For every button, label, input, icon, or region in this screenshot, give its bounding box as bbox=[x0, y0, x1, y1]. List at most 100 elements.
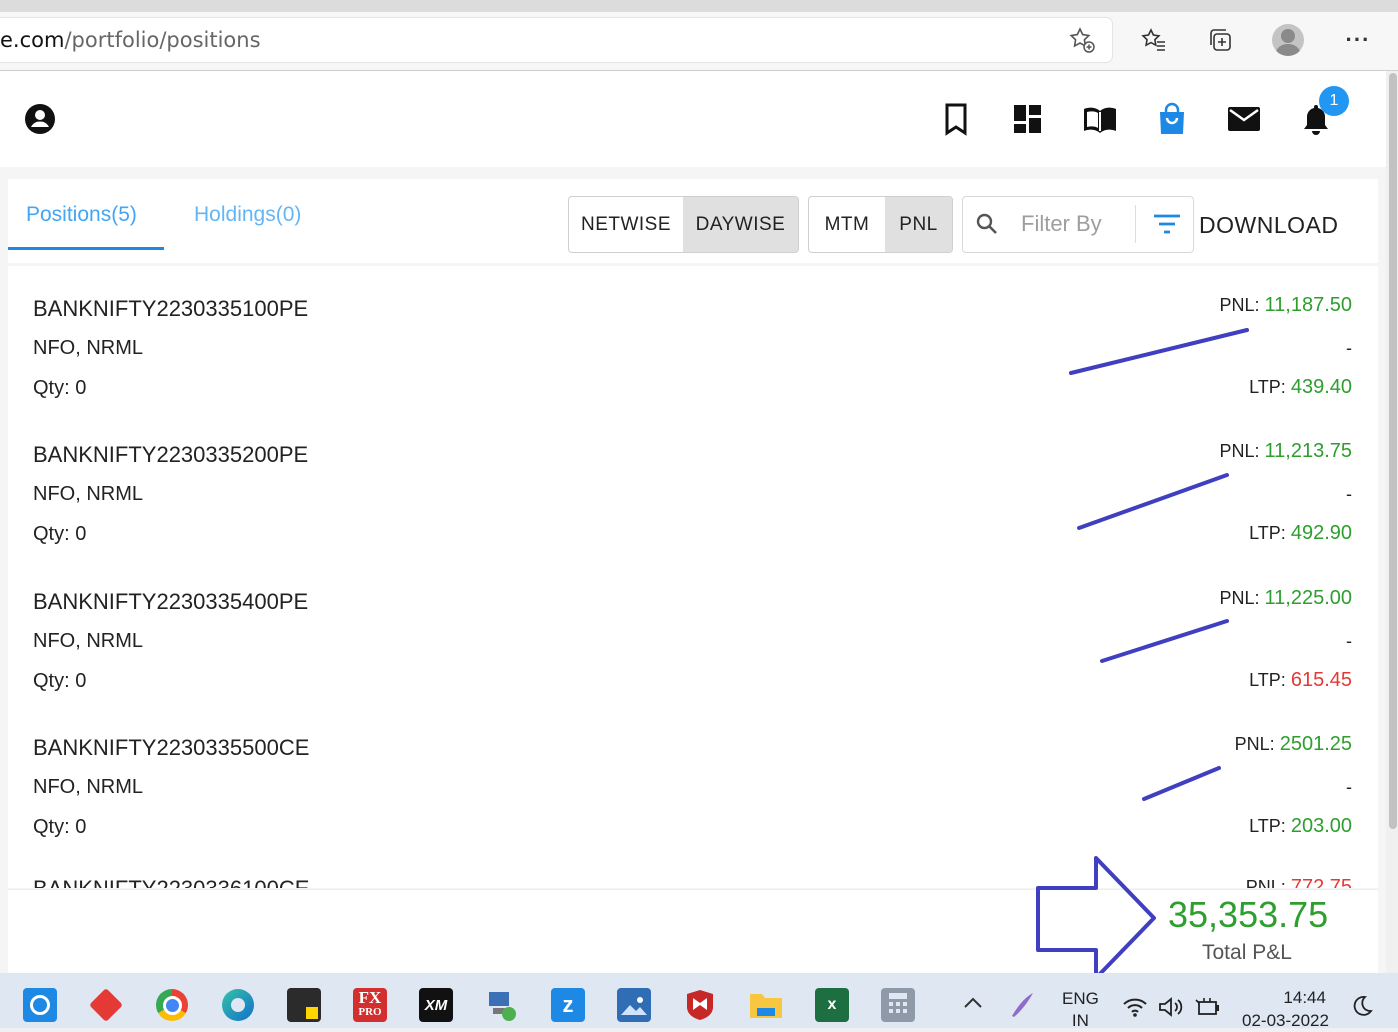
address-url[interactable]: e.com/portfolio/positions bbox=[0, 28, 261, 52]
filter-input[interactable]: Filter By bbox=[962, 196, 1194, 253]
position-dash: - bbox=[1346, 777, 1352, 797]
pnl-value: 11,187.50 bbox=[1264, 294, 1353, 316]
clock-date: 02-03-2022 bbox=[1242, 1011, 1329, 1030]
language-region: IN bbox=[1071, 1011, 1089, 1030]
position-qty: Qty: 0 bbox=[33, 377, 87, 399]
scrollbar-thumb[interactable] bbox=[1389, 73, 1397, 829]
favorites-icon[interactable] bbox=[1138, 24, 1170, 56]
pen-icon[interactable] bbox=[1008, 990, 1036, 1025]
position-row-partial[interactable]: BANKNIFTY2230336100CE PNL: 772.75 bbox=[8, 852, 1378, 888]
volume-icon[interactable] bbox=[1158, 996, 1186, 1023]
search-icon bbox=[976, 213, 997, 234]
position-row[interactable]: BANKNIFTY2230335400PE NFO, NRML Qty: 0 P… bbox=[8, 559, 1378, 705]
position-exchange: NFO, NRML bbox=[33, 630, 143, 652]
ltp-label: LTP: bbox=[1249, 377, 1286, 397]
position-ltp: LTP: 439.40 bbox=[1249, 376, 1352, 399]
fxpro-label: FX bbox=[358, 988, 382, 1007]
pnl-label: PNL: bbox=[1219, 441, 1260, 461]
xm-icon[interactable]: XM bbox=[419, 988, 453, 1022]
mtm-button[interactable]: MTM bbox=[809, 197, 885, 252]
ltp-value: 439.40 bbox=[1290, 376, 1352, 398]
filter-icon[interactable] bbox=[1153, 213, 1181, 235]
tab-holdings[interactable]: Holdings(0) bbox=[194, 203, 301, 227]
position-row[interactable]: BANKNIFTY2230335100PE NFO, NRML Qty: 0 P… bbox=[8, 266, 1378, 412]
notification-center-icon[interactable] bbox=[1350, 994, 1374, 1023]
position-row[interactable]: BANKNIFTY2230335500CE NFO, NRML Qty: 0 P… bbox=[8, 705, 1378, 851]
url-path: /portfolio/positions bbox=[64, 28, 261, 52]
ltp-value: 203.00 bbox=[1290, 815, 1352, 837]
pnl-label: PNL: bbox=[1245, 877, 1286, 888]
sticky-notes-icon[interactable] bbox=[287, 988, 321, 1022]
pnl-button[interactable]: PNL bbox=[885, 197, 952, 252]
daywise-button[interactable]: DAYWISE bbox=[683, 197, 798, 252]
position-ltp: LTP: 203.00 bbox=[1249, 815, 1352, 838]
cortana-icon[interactable] bbox=[23, 988, 57, 1022]
position-pnl: PNL: 2501.25 bbox=[1235, 733, 1352, 756]
zoho-icon[interactable]: z bbox=[551, 988, 585, 1022]
position-dash: - bbox=[1346, 338, 1352, 358]
url-host: e.com bbox=[0, 28, 65, 52]
pnl-label: PNL: bbox=[1234, 734, 1275, 754]
position-row[interactable]: BANKNIFTY2230335200PE NFO, NRML Qty: 0 P… bbox=[8, 412, 1378, 558]
position-pnl-partial: PNL: 772.75 bbox=[1246, 876, 1352, 888]
mcafee-icon[interactable] bbox=[683, 988, 717, 1022]
chrome-icon[interactable] bbox=[155, 988, 189, 1022]
wifi-icon[interactable] bbox=[1122, 996, 1148, 1023]
bookmark-icon[interactable] bbox=[938, 101, 974, 137]
fxpro-icon[interactable]: FX PRO bbox=[353, 988, 387, 1022]
shopping-bag-icon[interactable] bbox=[1154, 101, 1190, 137]
pnl-value: 11,213.75 bbox=[1264, 440, 1353, 462]
battery-charging-icon[interactable] bbox=[1194, 996, 1222, 1023]
netwise-button[interactable]: NETWISE bbox=[569, 197, 683, 252]
book-icon[interactable] bbox=[1082, 101, 1118, 137]
pnl-label: PNL: bbox=[1219, 588, 1260, 608]
position-exchange: NFO, NRML bbox=[33, 776, 143, 798]
position-dash: - bbox=[1346, 631, 1352, 651]
language-indicator[interactable]: ENG IN bbox=[1062, 988, 1099, 1032]
filter-divider bbox=[1135, 205, 1136, 243]
ltp-label: LTP: bbox=[1249, 523, 1286, 543]
total-pnl-label: Total P&L bbox=[1202, 941, 1292, 964]
pnl-value: 2501.25 bbox=[1279, 733, 1352, 755]
pnl-value: 772.75 bbox=[1290, 876, 1352, 888]
chevron-up-icon[interactable] bbox=[962, 994, 984, 1017]
add-favorite-icon[interactable] bbox=[1066, 24, 1098, 56]
position-qty: Qty: 0 bbox=[33, 670, 87, 692]
excel-icon[interactable]: x bbox=[815, 988, 849, 1022]
file-explorer-icon[interactable] bbox=[749, 988, 783, 1022]
position-ltp: LTP: 492.90 bbox=[1249, 522, 1352, 545]
fxpro-label: PRO bbox=[358, 1006, 382, 1018]
position-pnl: PNL: 11,187.50 bbox=[1219, 294, 1352, 317]
total-pnl-value: 35,353.75 bbox=[1168, 894, 1329, 935]
edge-icon[interactable] bbox=[221, 988, 255, 1022]
mtm-pnl-toggle: MTM PNL bbox=[808, 196, 953, 253]
position-pnl: PNL: 11,225.00 bbox=[1219, 587, 1352, 610]
photos-icon[interactable] bbox=[617, 988, 651, 1022]
pnl-label: PNL: bbox=[1219, 295, 1260, 315]
calculator-icon[interactable] bbox=[881, 988, 915, 1022]
ltp-value: 615.45 bbox=[1290, 669, 1352, 691]
network-icon[interactable] bbox=[485, 988, 519, 1022]
profile-icon[interactable] bbox=[1272, 24, 1304, 56]
collections-icon[interactable] bbox=[1204, 24, 1236, 56]
tab-positions[interactable]: Positions(5) bbox=[26, 203, 137, 227]
active-tab-indicator bbox=[8, 247, 164, 250]
notification-badge[interactable]: 1 bbox=[1319, 86, 1349, 116]
position-symbol: BANKNIFTY2230335100PE bbox=[33, 296, 309, 321]
ltp-label: LTP: bbox=[1249, 670, 1286, 690]
system-clock[interactable]: 14:44 02-03-2022 bbox=[1242, 986, 1329, 1032]
app-red-icon[interactable] bbox=[89, 988, 123, 1022]
xm-label: XM bbox=[424, 996, 448, 1014]
position-symbol: BANKNIFTY2230335200PE bbox=[33, 442, 309, 467]
netwise-daywise-toggle: NETWISE DAYWISE bbox=[568, 196, 799, 253]
more-icon[interactable]: ··· bbox=[1342, 24, 1374, 56]
position-dash: - bbox=[1346, 484, 1352, 504]
ltp-value: 492.90 bbox=[1290, 522, 1352, 544]
language-code: ENG bbox=[1062, 989, 1099, 1008]
dashboard-icon[interactable] bbox=[1010, 101, 1046, 137]
account-icon[interactable] bbox=[22, 101, 58, 137]
download-button[interactable]: DOWNLOAD bbox=[1199, 212, 1338, 239]
filter-placeholder: Filter By bbox=[1021, 211, 1102, 236]
mail-icon[interactable] bbox=[1226, 101, 1262, 137]
browser-top-edge bbox=[0, 0, 1398, 12]
